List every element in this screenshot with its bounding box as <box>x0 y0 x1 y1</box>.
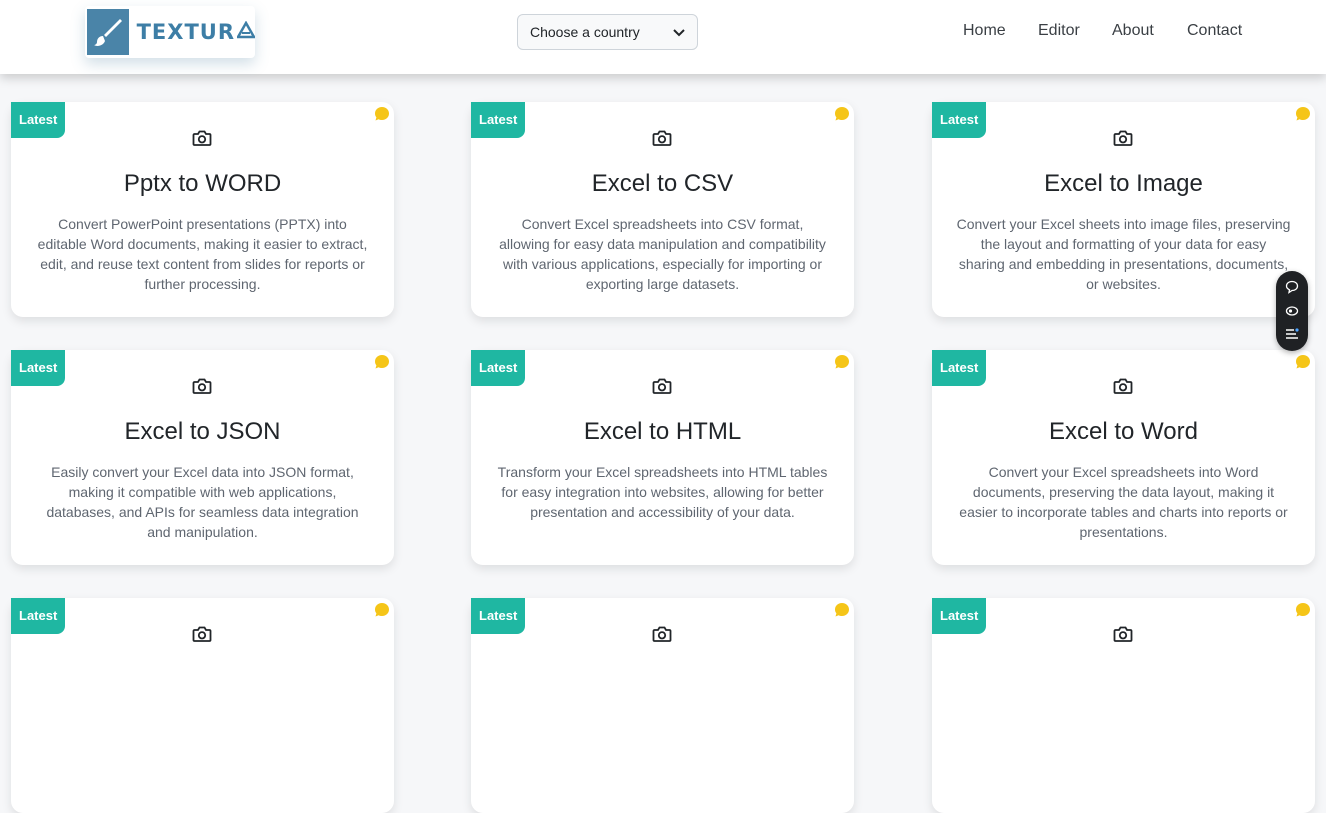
nav-contact[interactable]: Contact <box>1187 22 1242 40</box>
latest-badge: Latest <box>11 102 66 138</box>
nav-home[interactable]: Home <box>963 22 1006 40</box>
tool-card[interactable]: Latest <box>11 598 394 813</box>
country-select-value: Choose a country <box>530 24 640 40</box>
camera-icon <box>1113 625 1133 648</box>
camera-icon <box>1113 129 1133 152</box>
card-description: Easily convert your Excel data into JSON… <box>46 464 359 540</box>
card-description: Convert Excel spreadsheets into CSV form… <box>499 216 826 292</box>
latest-badge: Latest <box>471 102 526 138</box>
card-title: Pptx to WORD <box>123 170 282 197</box>
camera-icon <box>192 625 212 648</box>
card-title: Excel to Image <box>1044 170 1203 197</box>
chat-bubble-icon <box>1295 602 1311 623</box>
chat-bubble-icon <box>1295 106 1311 127</box>
paintbrush-icon <box>87 9 129 55</box>
latest-badge: Latest <box>932 350 987 386</box>
tool-card[interactable]: Latest Excel to Image Convert your Excel s… <box>932 102 1315 317</box>
camera-icon <box>192 129 212 152</box>
tool-card[interactable]: Latest <box>471 598 854 813</box>
tool-card[interactable]: Latest Excel to JSON Easily convert your E… <box>11 350 394 565</box>
comment-icon[interactable] <box>1285 280 1299 294</box>
latest-badge: Latest <box>932 102 987 138</box>
latest-badge: Latest <box>471 350 526 386</box>
card-description: Convert your Excel sheets into image fil… <box>956 216 1291 292</box>
logo[interactable]: TEXTUR <box>85 6 257 58</box>
card-description: Transform your Excel spreadsheets into H… <box>497 464 828 520</box>
list-icon[interactable] <box>1285 327 1299 341</box>
card-description: Convert your Excel spreadsheets into Wor… <box>959 464 1288 540</box>
chat-bubble-icon <box>834 354 850 375</box>
eye-icon[interactable] <box>1285 304 1299 318</box>
camera-icon <box>1113 377 1133 400</box>
card-title: Excel to HTML <box>583 418 742 445</box>
country-select[interactable]: Choose a country <box>517 14 698 50</box>
tool-card[interactable]: Latest Pptx to WORD Convert PowerPoint pre… <box>11 102 394 317</box>
chat-bubble-icon <box>834 602 850 623</box>
logo-text: TEXTUR <box>136 20 235 44</box>
top-header: TEXTUR Choose a country Home Editor Abou… <box>0 0 1326 74</box>
tool-card[interactable]: Latest Excel to Word Convert your Excel sp… <box>932 350 1315 565</box>
latest-badge: Latest <box>11 350 66 386</box>
camera-icon <box>192 377 212 400</box>
floating-toolbar <box>1276 271 1308 351</box>
chat-bubble-icon <box>374 106 390 127</box>
chevron-down-icon <box>673 24 685 40</box>
chat-bubble-icon <box>834 106 850 127</box>
nav-editor[interactable]: Editor <box>1038 22 1080 40</box>
triangle-icon <box>235 19 257 44</box>
chat-bubble-icon <box>1295 354 1311 375</box>
chat-bubble-icon <box>374 602 390 623</box>
tool-card[interactable]: Latest Excel to CSV Convert Excel spreadsh… <box>471 102 854 317</box>
camera-icon <box>652 129 672 152</box>
card-description: Convert PowerPoint presentations (PPTX) … <box>37 216 368 292</box>
nav-about[interactable]: About <box>1112 22 1154 40</box>
card-title: Excel to CSV <box>591 170 734 197</box>
card-title: Excel to JSON <box>124 418 281 445</box>
camera-icon <box>652 377 672 400</box>
tool-card[interactable]: Latest Excel to HTML Transform your Excel … <box>471 350 854 565</box>
camera-icon <box>652 625 672 648</box>
card-title: Excel to Word <box>1049 418 1198 445</box>
chat-bubble-icon <box>374 354 390 375</box>
tool-card[interactable]: Latest <box>932 598 1315 813</box>
